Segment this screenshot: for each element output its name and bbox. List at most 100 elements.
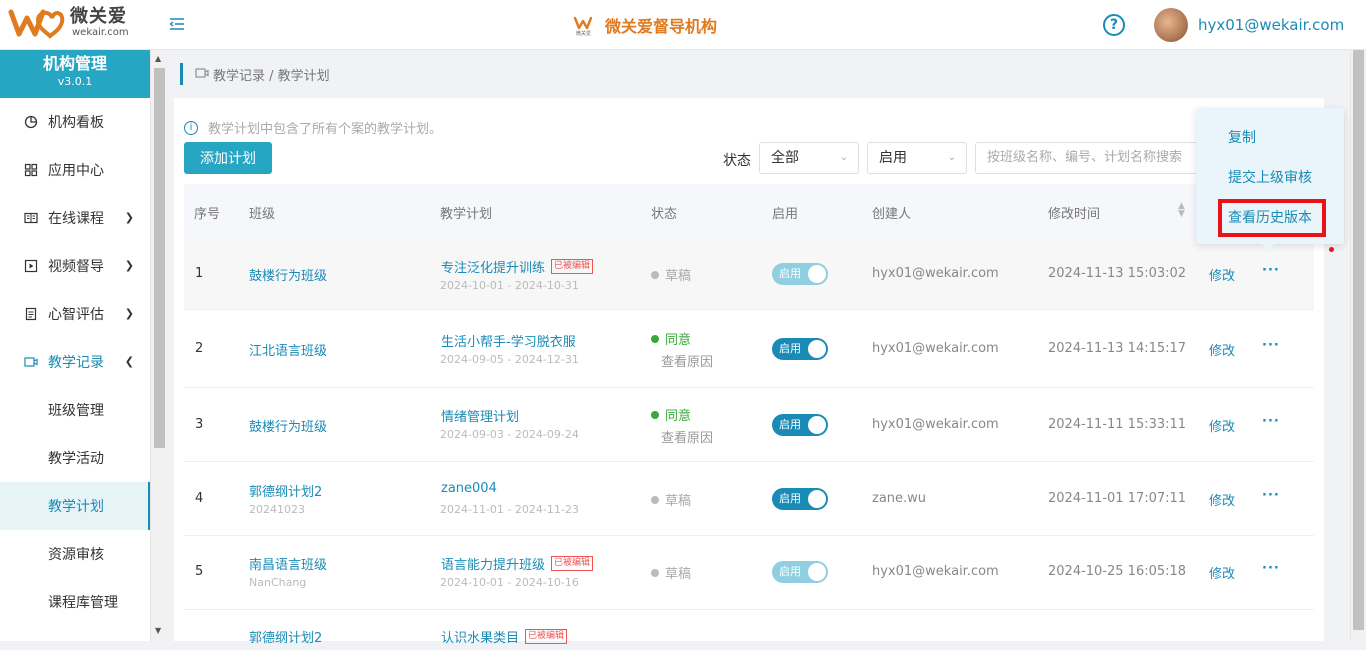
sidebar: 机构管理 v3.0.1 机构看板 应用中心 在线课程 ❯ 视频督导 ❯ 心智评估…: [0, 50, 150, 641]
sidebar-item-label: 视频督导: [48, 259, 104, 275]
status-dot: [651, 495, 659, 504]
column-header: 教学计划: [440, 207, 493, 222]
plan-link[interactable]: 专注泛化提升训练: [441, 257, 545, 276]
status-text: 草稿: [665, 567, 692, 582]
sidebar-subitem-teaching-plans[interactable]: 教学计划: [0, 482, 150, 530]
modified-time: 2024-11-01 17:07:11: [1048, 491, 1187, 506]
add-plan-button[interactable]: 添加计划: [184, 142, 272, 174]
info-text: 教学计划中包含了所有个案的教学计划。: [208, 122, 443, 137]
sidebar-item-app-center[interactable]: 应用中心: [0, 146, 150, 194]
toggle-knob: [808, 265, 826, 283]
row-index: 2: [195, 341, 204, 356]
class-link[interactable]: 江北语言班级: [249, 340, 327, 359]
plan-link[interactable]: 情绪管理计划: [441, 406, 519, 425]
status-badge: 草稿: [651, 563, 691, 582]
avatar[interactable]: [1154, 8, 1188, 42]
enable-toggle[interactable]: 启用: [772, 414, 828, 436]
breadcrumb-text: 教学记录 / 教学计划: [213, 68, 330, 84]
more-actions-icon[interactable]: ···: [1262, 414, 1280, 429]
view-reason-link[interactable]: 查看原因: [661, 427, 713, 446]
enable-toggle[interactable]: 启用: [772, 561, 828, 583]
plan-name: 语言能力提升班级 已被编辑: [441, 554, 594, 573]
edit-link[interactable]: 修改: [1209, 563, 1235, 582]
creator: zane.wu: [872, 491, 927, 506]
status-text: 草稿: [665, 269, 692, 284]
column-header: 启用: [772, 207, 799, 222]
edit-link[interactable]: 修改: [1209, 416, 1235, 435]
logo-mark-icon: [8, 9, 65, 39]
plan-link[interactable]: 认识水果类目: [441, 627, 519, 646]
sidebar-item-teaching-records[interactable]: 教学记录 ❮: [0, 338, 150, 386]
more-actions-dropdown: 复制 提交上级审核 查看历史版本: [1196, 108, 1344, 250]
logo[interactable]: 微关爱 wekair.com: [8, 6, 129, 40]
main-scrollbar[interactable]: [1350, 50, 1366, 641]
copy-menu-item[interactable]: 复制: [1228, 127, 1256, 147]
edit-link[interactable]: 修改: [1209, 340, 1235, 359]
submit-review-menu-item[interactable]: 提交上级审核: [1228, 167, 1312, 187]
org-logo-icon: 微关爱: [573, 16, 593, 36]
sidebar-item-video-supervision[interactable]: 视频督导 ❯: [0, 242, 150, 290]
more-actions-icon[interactable]: ···: [1262, 488, 1280, 503]
user-email[interactable]: hyx01@wekair.com: [1198, 16, 1344, 34]
class-link[interactable]: 郭德纲计划2: [249, 481, 322, 500]
modified-time: 2024-11-13 14:15:17: [1048, 341, 1187, 356]
table-row: 5 南昌语言班级 NanChang 语言能力提升班级 已被编辑 2024-10-…: [184, 536, 1314, 610]
scroll-down-arrow-icon[interactable]: ▼: [155, 626, 161, 635]
more-actions-icon[interactable]: ···: [1262, 561, 1280, 576]
sidebar-subitem-teaching-activities[interactable]: 教学活动: [0, 434, 150, 482]
class-link[interactable]: 鼓楼行为班级: [249, 416, 327, 435]
status-filter-label: 状态: [723, 153, 751, 169]
toggle-knob: [808, 340, 826, 358]
row-index: 1: [195, 266, 204, 281]
toggle-label: 启用: [779, 565, 801, 578]
chevron-down-icon: ❯: [124, 211, 134, 224]
enable-toggle[interactable]: 启用: [772, 263, 828, 285]
info-message: i 教学计划中包含了所有个案的教学计划。: [184, 118, 442, 137]
view-reason-link[interactable]: 查看原因: [661, 351, 713, 370]
status-badge: 草稿: [651, 490, 691, 509]
enable-select[interactable]: 启用 ⌄: [867, 142, 967, 174]
sidebar-subitem-course-library[interactable]: 课程库管理: [0, 578, 150, 626]
modified-time: 2024-11-13 15:03:02: [1048, 266, 1187, 281]
status-select[interactable]: 全部 ⌄: [759, 142, 859, 174]
row-index: 5: [195, 564, 204, 579]
column-header: 创建人: [872, 207, 912, 222]
sidebar-subitem-class-management[interactable]: 班级管理: [0, 386, 150, 434]
sidebar-item-dashboard[interactable]: 机构看板: [0, 98, 150, 146]
highlight-box: [1218, 199, 1326, 237]
plan-link[interactable]: 语言能力提升班级: [441, 554, 545, 573]
scrollbar-thumb[interactable]: [154, 68, 165, 448]
sidebar-subitem-resource-review[interactable]: 资源审核: [0, 530, 150, 578]
plan-link[interactable]: zane004: [441, 481, 497, 496]
search-input[interactable]: 按班级名称、编号、计划名称搜索: [975, 142, 1215, 174]
breadcrumb: 教学记录 / 教学计划: [180, 63, 330, 85]
plan-link[interactable]: 生活小帮手-学习脱衣服: [441, 331, 576, 350]
more-actions-icon[interactable]: ···: [1262, 338, 1280, 353]
more-actions-icon[interactable]: ···: [1262, 263, 1280, 278]
class-link[interactable]: 南昌语言班级: [249, 554, 327, 573]
help-icon[interactable]: ?: [1103, 14, 1125, 36]
toggle-knob: [808, 563, 826, 581]
edited-badge: 已被编辑: [551, 556, 594, 571]
sidebar-item-online-courses[interactable]: 在线课程 ❯: [0, 194, 150, 242]
sidebar-scrollbar[interactable]: ▲ ▼: [150, 50, 168, 641]
column-header: 状态: [651, 207, 678, 222]
class-link[interactable]: 郭德纲计划2: [249, 627, 322, 646]
plan-date-range: 2024-11-01 - 2024-11-23: [440, 503, 579, 516]
column-header: 班级: [249, 207, 276, 222]
scroll-up-arrow-icon[interactable]: ▲: [155, 54, 161, 63]
menu-collapse-icon[interactable]: [168, 15, 186, 33]
enable-select-value: 启用: [879, 150, 907, 166]
edit-link[interactable]: 修改: [1209, 490, 1235, 509]
status-dot: [651, 410, 659, 419]
edit-link[interactable]: 修改: [1209, 265, 1235, 284]
sidebar-item-assessment[interactable]: 心智评估 ❯: [0, 290, 150, 338]
column-header[interactable]: 修改时间: [1048, 203, 1100, 222]
enable-toggle[interactable]: 启用: [772, 488, 828, 510]
scrollbar-thumb[interactable]: [1353, 50, 1364, 630]
plan-date-range: 2024-09-05 - 2024-12-31: [440, 353, 579, 366]
sort-icon[interactable]: ▲ ▼: [1178, 202, 1185, 219]
enable-toggle[interactable]: 启用: [772, 338, 828, 360]
dropdown-arrow: [1262, 244, 1274, 250]
class-link[interactable]: 鼓楼行为班级: [249, 265, 327, 284]
